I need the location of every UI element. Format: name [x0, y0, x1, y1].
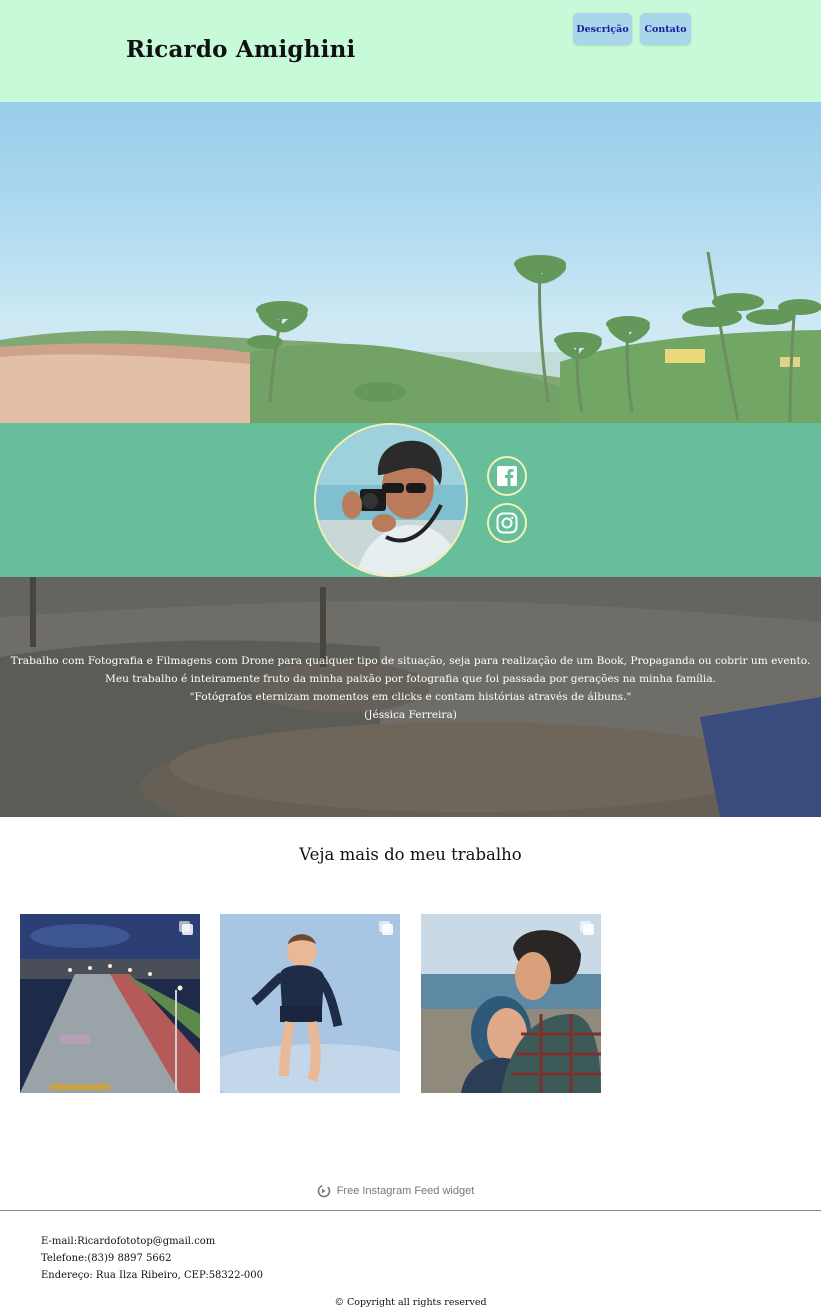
- site-title: Ricardo Amighini: [126, 36, 356, 63]
- copyright-notice: © Copyright all rights reserved: [0, 1297, 821, 1308]
- about-paragraph: Trabalho com Fotografia e Filmagens com …: [10, 655, 811, 685]
- instagram-post-thumbnail[interactable]: [421, 914, 601, 1093]
- profile-band: [0, 423, 821, 577]
- hero-banner-image: [0, 102, 821, 423]
- about-quote: "Fotógrafos eternizam momentos em clicks…: [189, 691, 632, 703]
- footer-email: E-mail:Ricardofototop@gmail.com: [41, 1236, 216, 1247]
- nav-button-descricao[interactable]: Descrição: [573, 13, 632, 45]
- copyright-text: Copyright all rights reserved: [346, 1297, 487, 1308]
- multiple-photos-icon: [179, 921, 193, 935]
- site-header: Ricardo Amighini Descrição Contato: [0, 0, 821, 102]
- hero-landscape: [0, 102, 821, 423]
- about-quote-author: (Jéssica Ferreira): [364, 709, 457, 721]
- footer-divider: [0, 1210, 821, 1211]
- about-text-block: Trabalho com Fotografia e Filmagens com …: [0, 652, 821, 724]
- couple-beach-photo: [421, 914, 601, 1093]
- work-section-title: Veja mais do meu trabalho: [299, 845, 522, 864]
- widget-credit-text: Free Instagram Feed widget: [336, 1185, 475, 1197]
- about-section: Trabalho com Fotografia e Filmagens com …: [0, 577, 821, 817]
- multiple-photos-icon: [379, 921, 393, 935]
- photographer-portrait: [316, 425, 466, 575]
- instagram-link[interactable]: [487, 503, 527, 543]
- facebook-icon: [497, 466, 517, 486]
- instagram-post-thumbnail[interactable]: [220, 914, 400, 1093]
- footer-address: Endereço: Rua Ilza Ribeiro, CEP:58322-00…: [41, 1270, 263, 1281]
- widget-logo-icon: [317, 1184, 331, 1198]
- instagram-widget-credit-link[interactable]: Free Instagram Feed widget: [0, 1184, 821, 1198]
- copyright-icon: ©: [334, 1297, 344, 1308]
- nav-button-contato[interactable]: Contato: [640, 13, 691, 45]
- instagram-icon: [496, 512, 518, 534]
- instagram-post-thumbnail[interactable]: [20, 914, 200, 1093]
- footer-phone: Telefone:(83)9 8897 5662: [41, 1253, 172, 1264]
- profile-avatar: [314, 423, 468, 577]
- child-jumping-photo: [220, 914, 400, 1093]
- multiple-photos-icon: [580, 921, 594, 935]
- facebook-link[interactable]: [487, 456, 527, 496]
- night-boardwalk-photo: [20, 914, 200, 1093]
- footer-contact-info: E-mail:Ricardofototop@gmail.com Telefone…: [41, 1233, 263, 1284]
